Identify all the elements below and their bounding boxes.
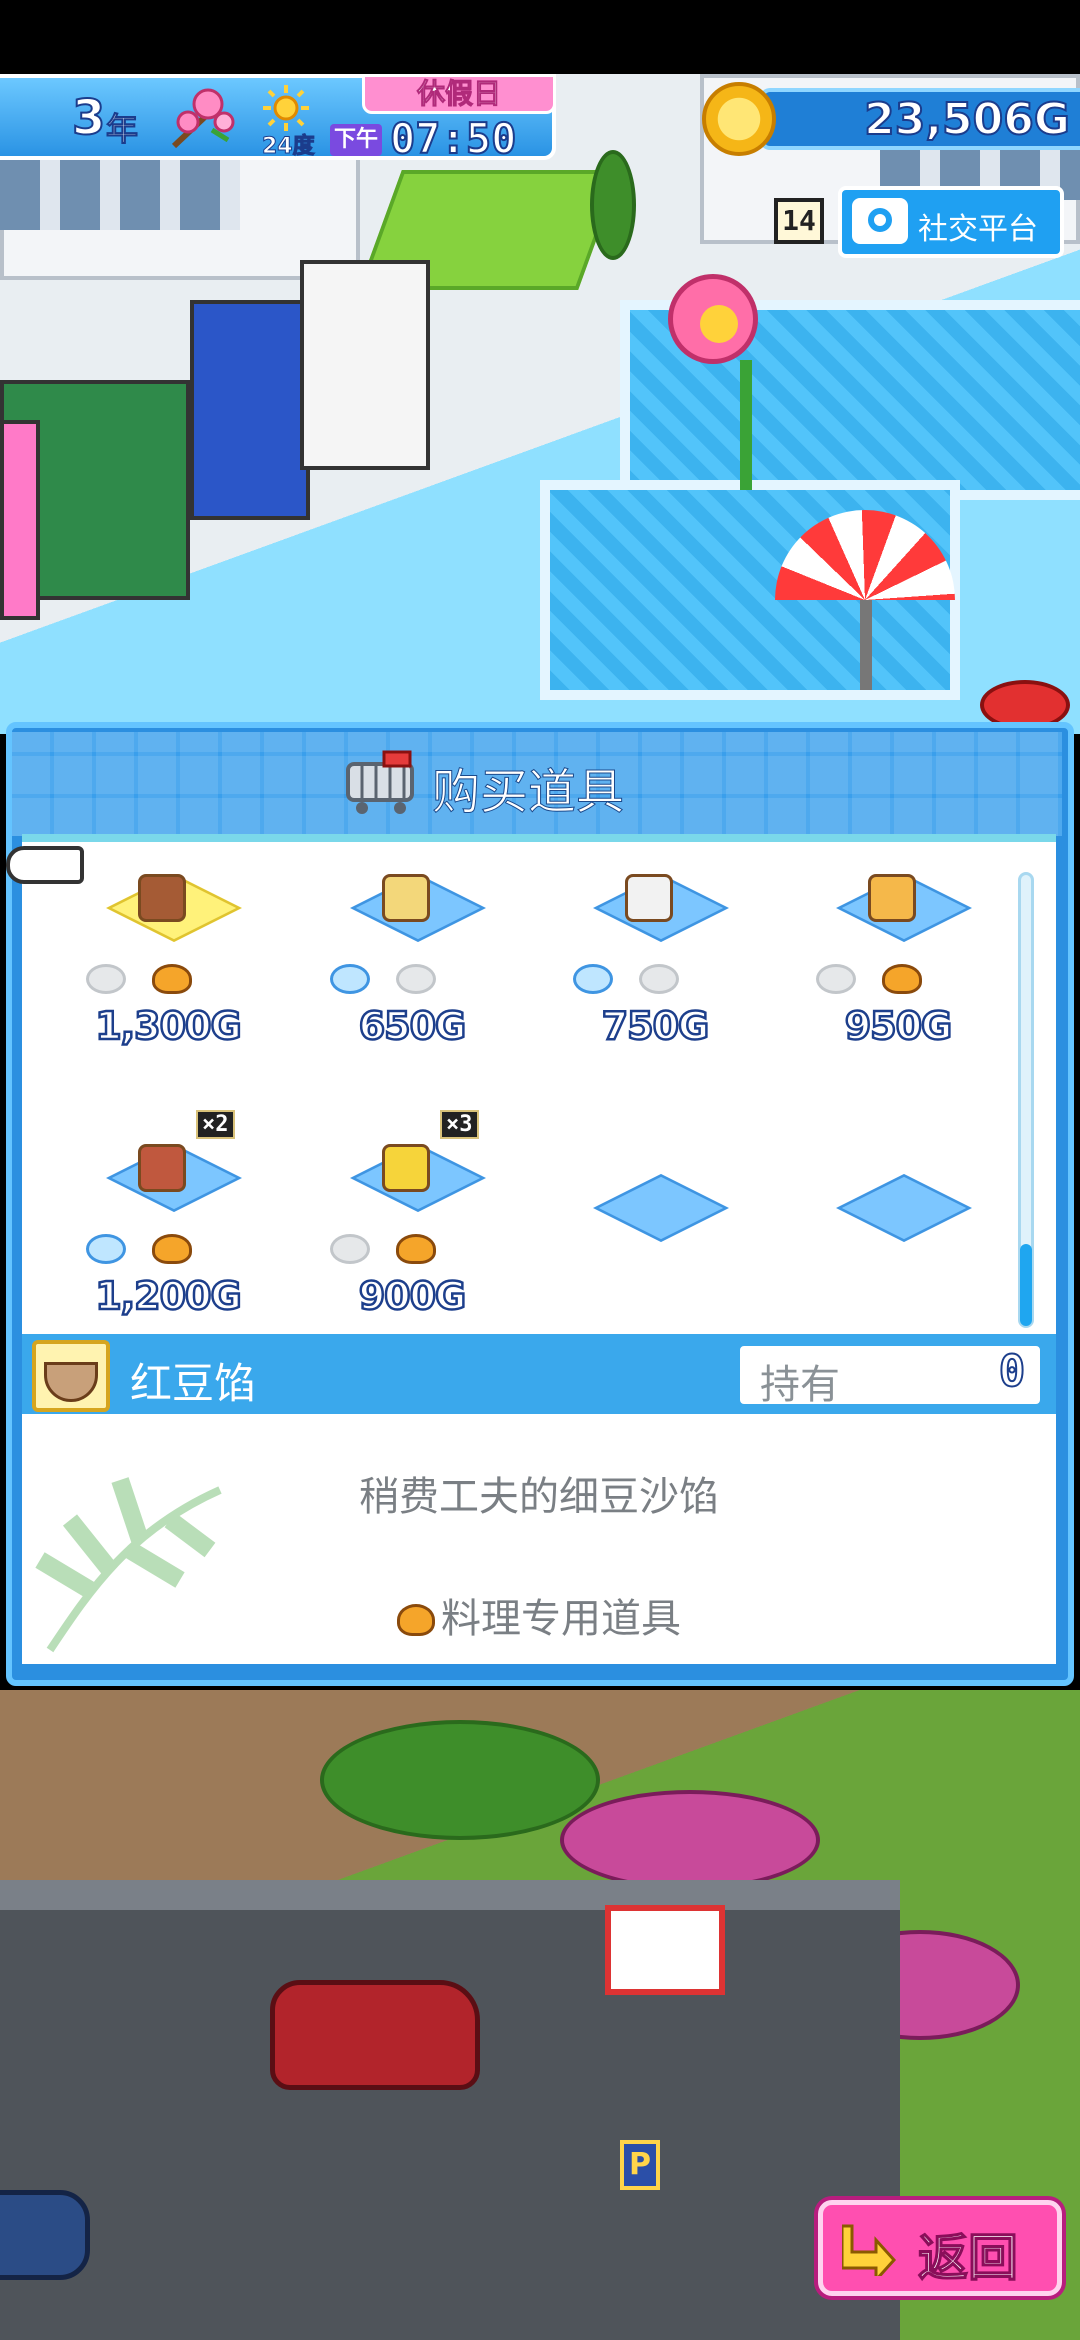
item-description: 稍费工夫的细豆沙馅 — [359, 1474, 719, 1520]
holiday-tag: 休假日 — [362, 74, 556, 114]
hedge-row — [320, 1720, 600, 1840]
selected-item-name: 红豆馅 — [130, 1359, 257, 1408]
item-price: 750G — [600, 1003, 710, 1050]
item-price: 900G — [357, 1273, 467, 1320]
item-plate — [834, 1174, 974, 1258]
shop-stall-white[interactable] — [300, 260, 430, 470]
potted-plant — [590, 150, 636, 260]
item-price: 650G — [357, 1003, 467, 1050]
dialog-title: 购买道具 — [431, 764, 625, 821]
item-tag-line: 料理专用道具 — [22, 1586, 1056, 1644]
item-tag: 料理专用道具 — [441, 1596, 681, 1642]
social-platform-label: 社交平台 — [918, 212, 1038, 247]
owned-label: 持有 — [760, 1362, 840, 1408]
ampm-label: 下午 — [330, 124, 382, 156]
red-car[interactable] — [270, 1980, 480, 2090]
parking-sign-board — [605, 1905, 725, 1995]
quantity-multiplier-badge: ×2 — [196, 1110, 235, 1139]
empty-plate-icon — [86, 964, 126, 994]
food-icon — [397, 1604, 435, 1636]
item-plate-tile — [593, 1174, 729, 1242]
return-arrow-icon — [842, 2224, 897, 2276]
item-plate — [591, 1174, 731, 1258]
empty-plate-icon — [330, 1234, 370, 1264]
shop-stall-pink[interactable] — [0, 420, 40, 620]
item-price: 1,300G — [94, 1003, 243, 1050]
item-slot[interactable]: 1,300G — [68, 870, 308, 1110]
sun-icon — [263, 85, 309, 131]
shop-stall-blue[interactable] — [190, 300, 310, 520]
camera-lens — [868, 208, 892, 232]
temperature-label: 24度 — [262, 134, 316, 160]
flower-hedge — [560, 1790, 820, 1890]
shopping-cart-icon — [346, 750, 414, 814]
item-art-icon — [138, 874, 186, 922]
item-art-icon — [138, 1144, 186, 1192]
owned-value: 0 — [998, 1345, 1027, 1398]
blue-car[interactable] — [0, 2190, 90, 2280]
food-icon — [152, 964, 192, 994]
scrollbar-thumb[interactable] — [1020, 1244, 1032, 1326]
empty-plate-icon — [639, 964, 679, 994]
food-icon — [396, 1234, 436, 1264]
flower-center — [700, 305, 738, 343]
status-bar — [0, 0, 1080, 74]
game-clock: 07:50 — [389, 113, 517, 164]
year-number: 3 — [71, 89, 106, 147]
gold-amount: 23,506G — [863, 93, 1071, 146]
water-plate-icon — [330, 964, 370, 994]
back-label: 返回 — [917, 2228, 1019, 2288]
umbrella-pole — [860, 600, 872, 690]
item-art-icon — [382, 1144, 430, 1192]
item-art-icon — [382, 874, 430, 922]
empty-plate-icon — [816, 964, 856, 994]
food-icon — [152, 1234, 192, 1264]
item-price: 1,200G — [94, 1273, 243, 1320]
water-plate-icon — [86, 1234, 126, 1264]
item-art-icon — [625, 874, 673, 922]
building-windows-left — [0, 160, 240, 230]
quantity-multiplier-badge: ×3 — [440, 1110, 479, 1139]
pointing-hand-cursor-icon — [6, 846, 84, 884]
item-art-icon — [868, 874, 916, 922]
parking-p-icon: P — [620, 2140, 660, 2190]
flower-stem — [740, 360, 752, 490]
water-plate-icon — [573, 964, 613, 994]
year-unit: 年 — [105, 110, 139, 149]
gold-coin-icon — [702, 82, 776, 156]
item-slot[interactable]: 950G — [798, 870, 1038, 1110]
notification-count-badge[interactable]: 14 — [774, 198, 824, 244]
item-slot[interactable]: 750G — [555, 870, 795, 1110]
item-price: 950G — [843, 1003, 953, 1050]
item-plate-tile — [836, 1174, 972, 1242]
item-slot[interactable]: 650G — [312, 870, 552, 1110]
header-divider — [22, 834, 1056, 842]
parking-lot[interactable] — [0, 1880, 900, 2340]
cherry-blossom-icon — [171, 88, 235, 149]
food-icon — [882, 964, 922, 994]
empty-plate-icon — [396, 964, 436, 994]
